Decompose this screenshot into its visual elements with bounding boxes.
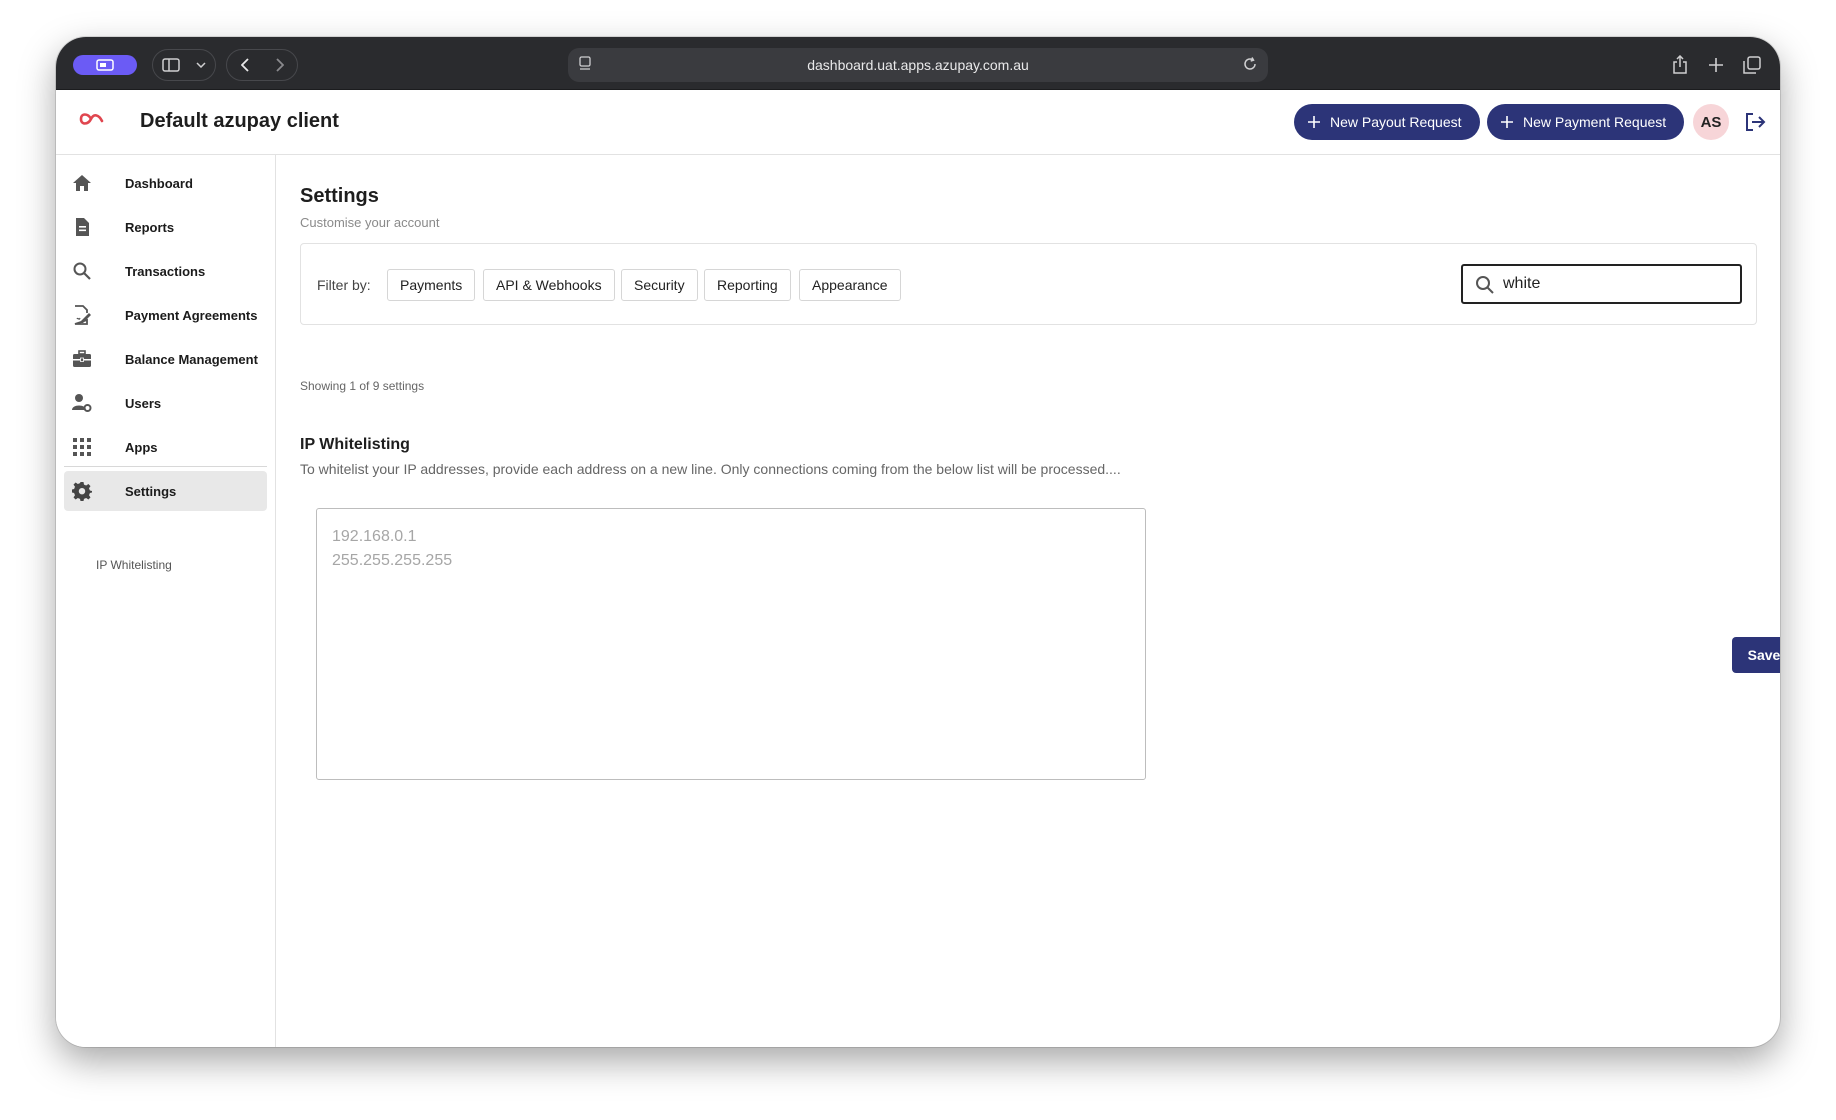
sidebar-toggle-button[interactable]	[153, 50, 189, 80]
filter-chip-reporting[interactable]: Reporting	[704, 269, 791, 301]
filter-chip-security[interactable]: Security	[621, 269, 698, 301]
save-button[interactable]: Save	[1732, 637, 1780, 673]
tab-overview-button[interactable]	[1740, 53, 1764, 77]
reload-icon[interactable]	[1242, 56, 1258, 75]
plus-icon	[1501, 116, 1513, 128]
section-title: IP Whitelisting	[300, 436, 410, 453]
sidebar-item-settings[interactable]: Settings	[64, 471, 267, 511]
filter-bar: Filter by: Payments API & Webhooks Secur…	[300, 243, 1757, 325]
sidebar-item-label: Transactions	[125, 263, 206, 279]
app-header: Default azupay client New Payout Request…	[56, 90, 1780, 155]
search-icon	[73, 262, 91, 280]
plus-icon	[1709, 58, 1723, 72]
share-button[interactable]	[1668, 53, 1692, 77]
address-bar[interactable]: dashboard.uat.apps.azupay.com.au	[568, 48, 1268, 82]
chevron-right-icon	[275, 58, 284, 72]
sidebar-item-label: Payment Agreements	[125, 307, 258, 323]
signature-icon	[74, 305, 91, 325]
new-payout-label: New Payout Request	[1330, 114, 1462, 130]
filter-chip-appearance[interactable]: Appearance	[799, 269, 901, 301]
briefcase-icon	[73, 350, 91, 367]
browser-window: dashboard.uat.apps.azupay.com.au Default…	[56, 37, 1780, 1047]
browser-toolbar: dashboard.uat.apps.azupay.com.au	[56, 37, 1780, 90]
sidebar-item-dashboard[interactable]: Dashboard	[64, 163, 267, 203]
filter-chip-payments[interactable]: Payments	[387, 269, 476, 301]
section-description: To whitelist your IP addresses, provide …	[300, 461, 1121, 477]
tab-profile-icon	[96, 59, 114, 71]
new-tab-button[interactable]	[1704, 53, 1728, 77]
sidebar-item-reports[interactable]: Reports	[64, 207, 267, 247]
page-subtitle: Customise your account	[300, 215, 440, 230]
sidebar-item-payment-agreements[interactable]: Payment Agreements	[64, 295, 267, 335]
sidebar-item-label: Users	[125, 395, 162, 411]
sidebar-toggle-group	[152, 49, 216, 81]
filter-chip-api-webhooks[interactable]: API & Webhooks	[483, 269, 615, 301]
sidebar-item-label: Reports	[125, 219, 175, 235]
azupay-logo[interactable]	[78, 111, 104, 132]
sidebar-icon	[162, 58, 180, 72]
gear-icon	[72, 482, 92, 501]
sidebar-item-balance-management[interactable]: Balance Management	[64, 339, 267, 379]
main-content: Settings Customise your account Filter b…	[300, 155, 1780, 1047]
sidebar-item-apps[interactable]: Apps	[64, 427, 267, 467]
logout-icon	[1746, 113, 1766, 131]
logout-button[interactable]	[1744, 112, 1766, 137]
grid-icon	[73, 438, 91, 456]
sidebar-item-label: Settings	[125, 483, 177, 499]
sidebar-subitem-ip-whitelisting[interactable]: IP Whitelisting	[96, 558, 172, 572]
sidebar-item-transactions[interactable]: Transactions	[64, 251, 267, 291]
page-info-icon[interactable]	[578, 56, 592, 75]
results-count: Showing 1 of 9 settings	[300, 379, 425, 393]
sidebar-item-label: Dashboard	[125, 175, 193, 191]
back-button[interactable]	[227, 50, 262, 80]
history-nav-group	[226, 49, 298, 81]
profile-button[interactable]	[73, 55, 137, 75]
document-icon	[76, 218, 89, 236]
tabs-icon	[1743, 56, 1761, 74]
ip-whitelist-textarea[interactable]	[316, 508, 1146, 780]
new-payment-label: New Payment Request	[1523, 114, 1667, 130]
sidebar-item-label: Apps	[125, 439, 158, 455]
plus-icon	[1308, 116, 1320, 128]
url-text: dashboard.uat.apps.azupay.com.au	[807, 57, 1029, 73]
sidebar: Dashboard Reports Transactions Payment A…	[56, 155, 276, 1047]
sidebar-divider	[64, 466, 267, 467]
client-name: Default azupay client	[140, 110, 339, 132]
new-payment-request-button[interactable]: New Payment Request	[1487, 104, 1684, 140]
page-title: Settings	[300, 185, 379, 207]
new-payout-request-button[interactable]: New Payout Request	[1294, 104, 1480, 140]
search-input[interactable]	[1503, 272, 1733, 296]
search-icon	[1476, 276, 1494, 294]
user-gear-icon	[72, 394, 92, 412]
sidebar-menu-button[interactable]	[189, 50, 213, 80]
chevron-down-icon	[196, 62, 206, 68]
user-avatar[interactable]: AS	[1693, 104, 1729, 140]
sidebar-item-users[interactable]: Users	[64, 383, 267, 423]
share-icon	[1673, 55, 1687, 74]
chevron-left-icon	[240, 58, 249, 72]
sidebar-item-label: Balance Management	[125, 351, 258, 367]
settings-search[interactable]	[1461, 264, 1742, 304]
filter-label: Filter by:	[317, 277, 371, 293]
home-icon	[73, 175, 91, 191]
forward-button[interactable]	[262, 50, 297, 80]
